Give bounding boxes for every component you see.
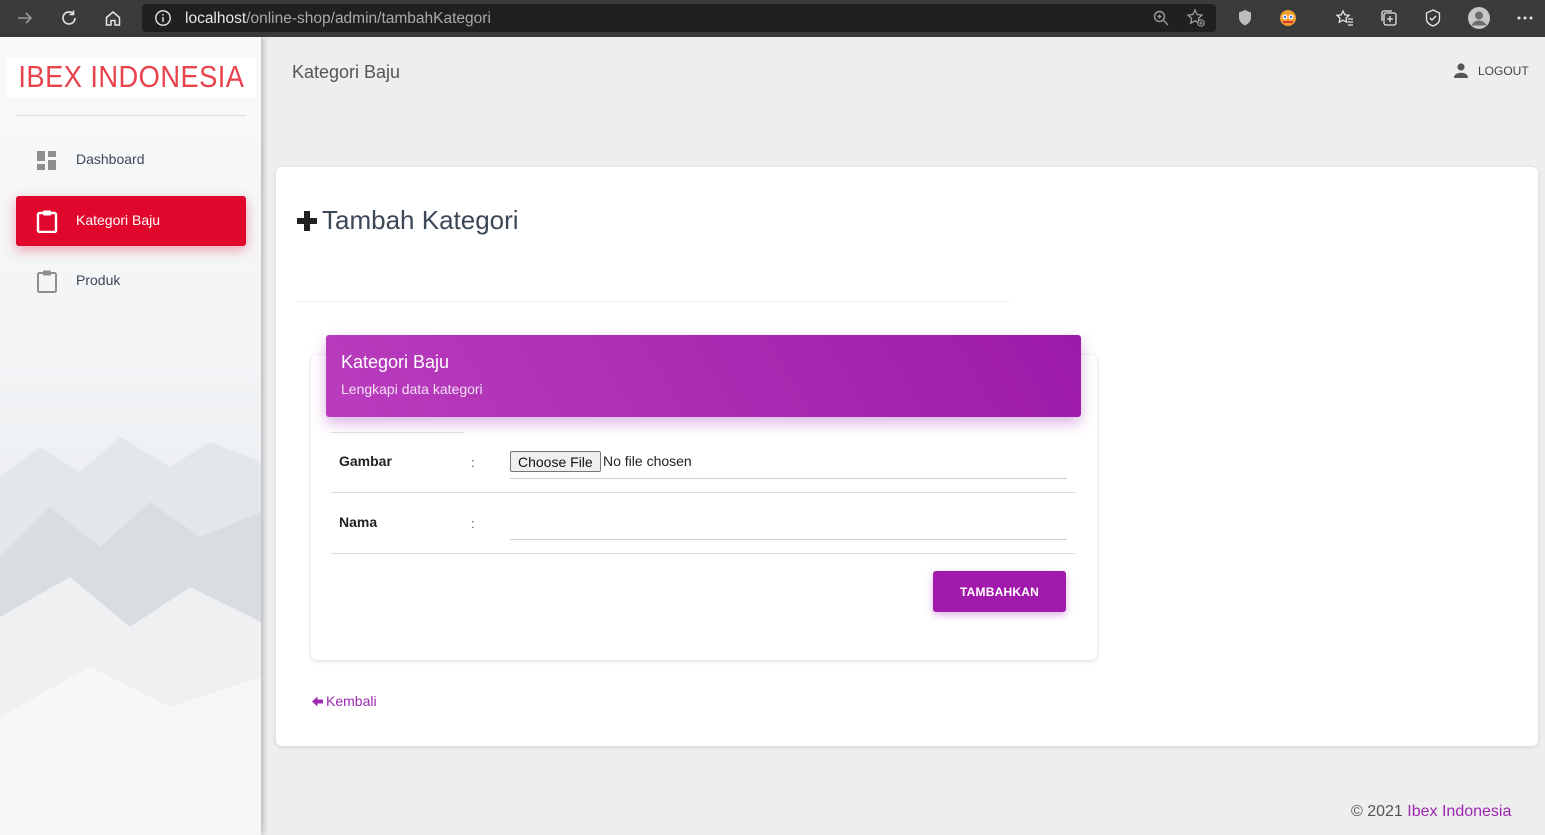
logo[interactable]: IBEX INDONESIA <box>6 57 256 97</box>
page-title: Kategori Baju <box>292 62 401 82</box>
clipboard-icon <box>37 270 57 293</box>
footer-copyright: © 2021 <box>1351 803 1403 820</box>
row-divider <box>331 432 464 433</box>
browser-toolbar: localhost/online-shop/admin/tambahKatego… <box>0 0 1545 37</box>
row-divider <box>331 553 1075 554</box>
logout-label: LOGOUT <box>1478 64 1529 78</box>
footer-brand-link[interactable]: Ibex Indonesia <box>1407 803 1511 820</box>
form-header-title: Kategori Baju <box>341 352 450 372</box>
sidebar-item-dashboard[interactable]: Dashboard <box>16 135 246 185</box>
sidebar: IBEX INDONESIA Dashboard Kategori Baju P… <box>0 37 261 835</box>
sidebar-divider <box>16 115 246 116</box>
sidebar-item-label: Produk <box>76 272 121 288</box>
content-title-text: Tambah Kategori <box>322 205 519 235</box>
content-title: Tambah Kategori <box>296 205 519 236</box>
collections-icon[interactable] <box>1379 8 1399 28</box>
plus-icon <box>297 210 317 231</box>
forward-icon[interactable] <box>12 6 38 30</box>
row-divider <box>331 492 1075 493</box>
add-favorite-icon[interactable] <box>1186 8 1206 28</box>
colon-separator: : <box>471 455 475 470</box>
gambar-label: Gambar <box>339 453 392 469</box>
address-bar[interactable]: localhost/online-shop/admin/tambahKatego… <box>142 4 1216 32</box>
performance-icon[interactable] <box>1423 8 1443 28</box>
favorites-icon[interactable] <box>1335 8 1355 28</box>
reload-icon[interactable] <box>56 6 82 30</box>
sidebar-item-label: Kategori Baju <box>76 212 161 228</box>
site-info-icon[interactable] <box>154 9 172 27</box>
nama-label: Nama <box>339 514 378 530</box>
tambahkan-button[interactable]: TAMBAHKAN <box>933 571 1066 612</box>
shield-icon[interactable] <box>1235 8 1255 28</box>
clipboard-icon <box>36 210 58 233</box>
url-text[interactable]: localhost/online-shop/admin/tambahKatego… <box>185 10 491 28</box>
choose-file-button[interactable]: Choose File <box>510 451 601 472</box>
nama-field-underline <box>510 539 1067 540</box>
form-header-subtitle: Lengkapi data kategori <box>341 381 483 397</box>
zoom-icon[interactable] <box>1152 9 1170 27</box>
home-icon[interactable] <box>100 6 126 30</box>
logout-button[interactable]: LOGOUT <box>1452 62 1529 80</box>
profile-avatar-icon[interactable] <box>1467 6 1491 30</box>
nama-input[interactable] <box>510 507 1067 539</box>
footer: © 2021 Ibex Indonesia <box>1351 803 1511 821</box>
sidebar-item-kategori-baju[interactable]: Kategori Baju <box>16 196 246 246</box>
back-link[interactable]: Kembali <box>311 693 377 709</box>
gambar-field-underline <box>510 478 1067 479</box>
file-status-text: No file chosen <box>603 453 692 469</box>
colon-separator: : <box>471 516 475 531</box>
title-divider <box>296 301 1010 302</box>
more-options-icon[interactable] <box>1515 8 1535 28</box>
sidebar-item-produk[interactable]: Produk <box>16 256 246 306</box>
back-link-label: Kembali <box>326 693 377 709</box>
background-mountain-image <box>0 437 261 835</box>
logo-text: IBEX INDONESIA <box>18 59 244 94</box>
form-header: Kategori Baju Lengkapi data kategori <box>326 335 1081 417</box>
sidebar-item-label: Dashboard <box>76 151 145 167</box>
main-card: Tambah Kategori Kategori Baju Lengkapi d… <box>276 167 1538 746</box>
extension-icon[interactable] <box>1278 8 1298 28</box>
arrow-left-icon <box>312 696 323 706</box>
person-icon <box>1454 63 1468 78</box>
dashboard-icon <box>37 151 56 170</box>
